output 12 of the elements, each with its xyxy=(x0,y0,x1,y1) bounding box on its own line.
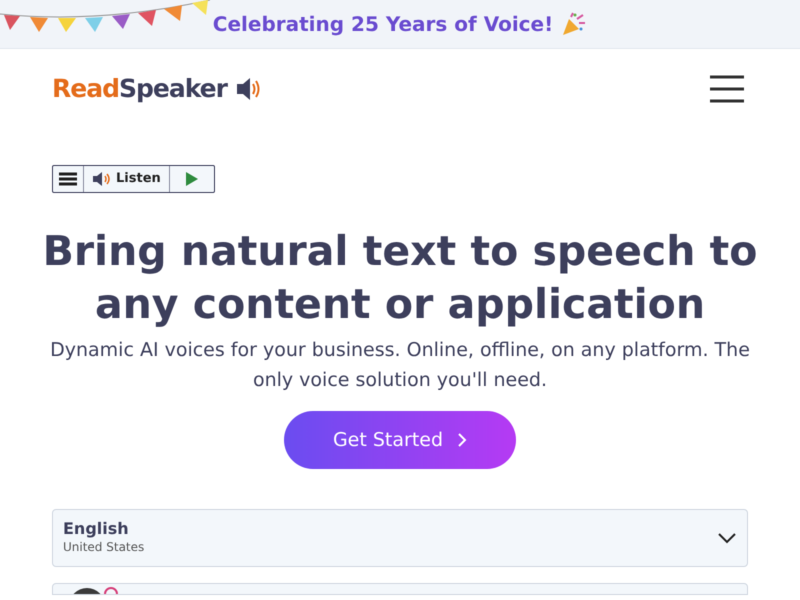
hero-heading: Bring natural text to speech to any content or application xyxy=(42,226,758,330)
logo-text[interactable]: ReadSpeaker xyxy=(52,70,227,108)
banner-text: Celebrating 25 Years of Voice! xyxy=(212,11,554,38)
play-icon xyxy=(186,172,198,186)
chevron-right-icon xyxy=(457,432,468,448)
get-started-button[interactable]: Get Started xyxy=(284,411,516,469)
hero-subtitle: Dynamic AI voices for your business. Online, offline, on any platform. The only voice solution you'll need. xyxy=(50,338,750,393)
listen-button[interactable]: Listen xyxy=(83,166,169,192)
speaker-icon xyxy=(92,171,112,187)
menu-icon xyxy=(59,172,77,186)
party-popper-icon xyxy=(561,11,588,37)
language-dropdown[interactable]: English United States xyxy=(52,509,748,567)
